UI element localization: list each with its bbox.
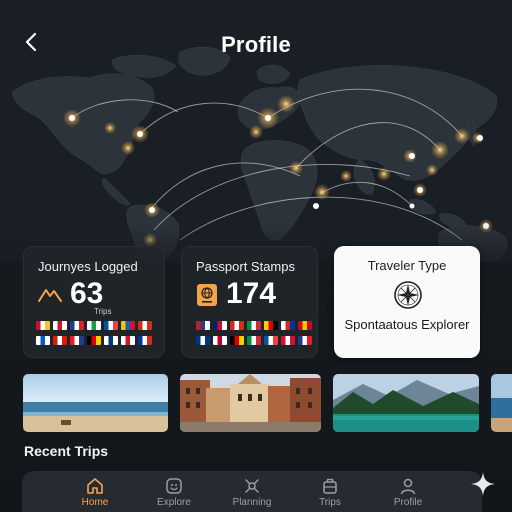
flag-chip <box>70 336 84 345</box>
journeys-card[interactable]: Journyes Logged 63 Trips <box>23 246 165 358</box>
bottom-nav: Home Explore Planning Trips Profile <box>22 471 482 512</box>
flag-chip <box>53 321 67 330</box>
journeys-count: 63 <box>70 277 104 310</box>
flag-chip <box>264 321 278 330</box>
old-town-photo[interactable] <box>180 374 321 432</box>
flag-chip <box>298 336 312 345</box>
flag-chip <box>36 336 50 345</box>
nav-home[interactable]: Home <box>60 477 130 508</box>
recent-trips-title: Recent Trips <box>24 443 109 459</box>
nav-trips-label: Trips <box>319 497 341 508</box>
flag-chip <box>281 321 295 330</box>
flag-chip <box>196 336 210 345</box>
nav-home-label: Home <box>81 497 109 508</box>
flag-chip <box>104 321 118 330</box>
flag-chip <box>87 336 101 345</box>
flag-chip <box>230 336 244 345</box>
beach-photo[interactable] <box>23 374 168 432</box>
nav-planning[interactable]: Planning <box>217 477 287 508</box>
journeys-flags <box>36 321 152 345</box>
nav-planning-label: Planning <box>232 497 272 508</box>
compass-icon <box>394 281 422 309</box>
profile-screen: Profile Journyes Logged 63 Trips Passpor… <box>0 0 512 512</box>
flag-chip <box>213 321 227 330</box>
nav-profile-label: Profile <box>393 497 423 508</box>
nav-explore-label: Explore <box>157 497 191 508</box>
planning-icon <box>245 479 259 493</box>
flag-chip <box>298 321 312 330</box>
flag-chip <box>247 336 261 345</box>
nav-explore[interactable]: Explore <box>139 477 209 508</box>
flag-chip <box>213 336 227 345</box>
nav-trips[interactable]: Trips <box>295 477 365 508</box>
home-icon <box>87 478 103 494</box>
flag-chip <box>281 336 295 345</box>
flag-chip <box>247 321 261 330</box>
traveler-type-title: Traveler Type <box>367 258 447 273</box>
flag-chip <box>121 321 135 330</box>
flag-chip <box>264 336 278 345</box>
flag-chip <box>230 321 244 330</box>
mountain-icon <box>38 289 62 302</box>
passport-count: 174 <box>226 277 277 310</box>
page-title: Profile <box>221 32 291 57</box>
passport-flags <box>196 321 312 345</box>
mountain-lake-photo[interactable] <box>333 374 479 432</box>
traveler-type-name: Spontaatous Explorer <box>344 317 470 332</box>
sparkle-icon[interactable] <box>470 471 496 497</box>
flag-chip <box>138 321 152 330</box>
flag-chip <box>138 336 152 345</box>
flag-chip <box>53 336 67 345</box>
flag-chip <box>104 336 118 345</box>
suitcase-icon <box>323 478 337 494</box>
flag-chip <box>36 321 50 330</box>
passport-icon <box>197 284 217 306</box>
nav-profile[interactable]: Profile <box>373 477 443 508</box>
flag-chip <box>70 321 84 330</box>
passport-title: Passport Stamps <box>196 259 295 274</box>
user-icon <box>400 478 416 495</box>
coast-photo[interactable] <box>491 374 512 432</box>
journeys-title: Journyes Logged <box>38 259 138 274</box>
explore-icon <box>166 478 182 494</box>
passport-card[interactable]: Passport Stamps 174 <box>181 246 318 358</box>
flag-chip <box>196 321 210 330</box>
traveler-type-card[interactable]: Traveler Type Spontaatous Explorer <box>334 246 480 358</box>
flag-chip <box>121 336 135 345</box>
flag-chip <box>87 321 101 330</box>
journeys-unit: Trips <box>94 307 112 316</box>
